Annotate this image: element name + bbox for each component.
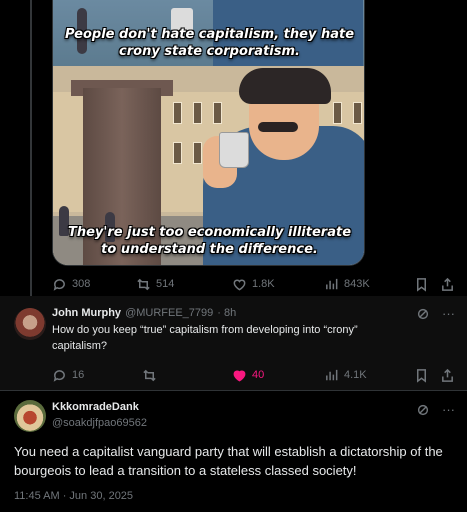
reply-top-icons: ··· bbox=[416, 306, 455, 321]
views-button[interactable]: 4.1K bbox=[324, 365, 367, 385]
bookmark-icon bbox=[417, 277, 426, 292]
repost-icon bbox=[143, 369, 156, 381]
more-options-button[interactable]: ··· bbox=[442, 402, 455, 417]
avatar[interactable] bbox=[14, 308, 46, 340]
repost-count: 514 bbox=[156, 278, 175, 290]
main-top-icons: ··· bbox=[416, 402, 455, 417]
timestamp[interactable]: 11:45 AM · Jun 30, 2025 bbox=[14, 490, 133, 502]
like-count: 1.8K bbox=[252, 278, 275, 290]
reply-handle[interactable]: @MURFEE_7799 bbox=[125, 307, 213, 319]
repost-icon bbox=[137, 278, 150, 290]
heart-icon bbox=[233, 279, 246, 291]
thread-line bbox=[30, 0, 32, 300]
reply-icon bbox=[53, 369, 65, 382]
repost-button[interactable] bbox=[142, 365, 162, 385]
like-button[interactable]: 1.8K bbox=[232, 274, 275, 294]
like-button[interactable]: 40 bbox=[232, 365, 264, 385]
avatar[interactable] bbox=[14, 400, 46, 432]
share-button[interactable] bbox=[440, 365, 455, 385]
meme-bottom-panel: They're just too economically illiterate… bbox=[53, 66, 364, 265]
bookmark-button[interactable] bbox=[414, 365, 429, 385]
reply-text: How do you keep “true” capitalism from d… bbox=[52, 324, 358, 352]
repost-button[interactable]: 514 bbox=[136, 274, 174, 294]
reply-count: 16 bbox=[72, 369, 85, 381]
bookmark-button[interactable] bbox=[414, 274, 429, 294]
reply-button[interactable]: 16 bbox=[52, 365, 84, 385]
reply-icon bbox=[53, 278, 65, 291]
reply-display-name[interactable]: John Murphy bbox=[52, 307, 121, 319]
post-image[interactable]: People don't hate capitalism, they hate … bbox=[52, 0, 365, 266]
meme-caption-bottom: They're just too economically illiterate… bbox=[67, 225, 352, 257]
share-icon bbox=[442, 368, 453, 382]
main-display-name[interactable]: KkkomradeDank bbox=[52, 401, 139, 413]
reply-author-line: John Murphy @MURFEE_7799 · 8h bbox=[52, 307, 236, 319]
reply-time[interactable]: · 8h bbox=[217, 307, 236, 319]
more-options-button[interactable]: ··· bbox=[442, 306, 455, 321]
mug bbox=[219, 132, 249, 168]
share-icon bbox=[442, 277, 453, 291]
share-button[interactable] bbox=[440, 274, 455, 294]
grok-icon[interactable] bbox=[416, 307, 430, 321]
main-handle[interactable]: @soakdjfpao69562 bbox=[52, 417, 147, 429]
meme-top-panel: People don't hate capitalism, they hate … bbox=[53, 0, 364, 66]
reply-action-bar: 16 40 4.1K bbox=[52, 365, 456, 385]
character-hair bbox=[239, 68, 331, 104]
bookmark-icon bbox=[417, 368, 426, 383]
divider bbox=[0, 390, 467, 391]
main-tweet-text: You need a capitalist vanguard party tha… bbox=[14, 444, 443, 478]
grok-icon[interactable] bbox=[416, 403, 430, 417]
views-icon bbox=[326, 369, 338, 380]
views-button[interactable]: 843K bbox=[324, 274, 370, 294]
character-mustache bbox=[258, 122, 298, 132]
reply-count: 308 bbox=[72, 278, 91, 290]
views-icon bbox=[326, 278, 338, 289]
heart-icon bbox=[233, 370, 246, 382]
views-count: 4.1K bbox=[344, 369, 367, 381]
reply-button[interactable]: 308 bbox=[52, 274, 90, 294]
like-count: 40 bbox=[252, 369, 265, 381]
views-count: 843K bbox=[344, 278, 370, 290]
post-action-bar: 308 514 1.8K 843K bbox=[52, 274, 456, 294]
meme-caption-top: People don't hate capitalism, they hate … bbox=[64, 27, 355, 59]
